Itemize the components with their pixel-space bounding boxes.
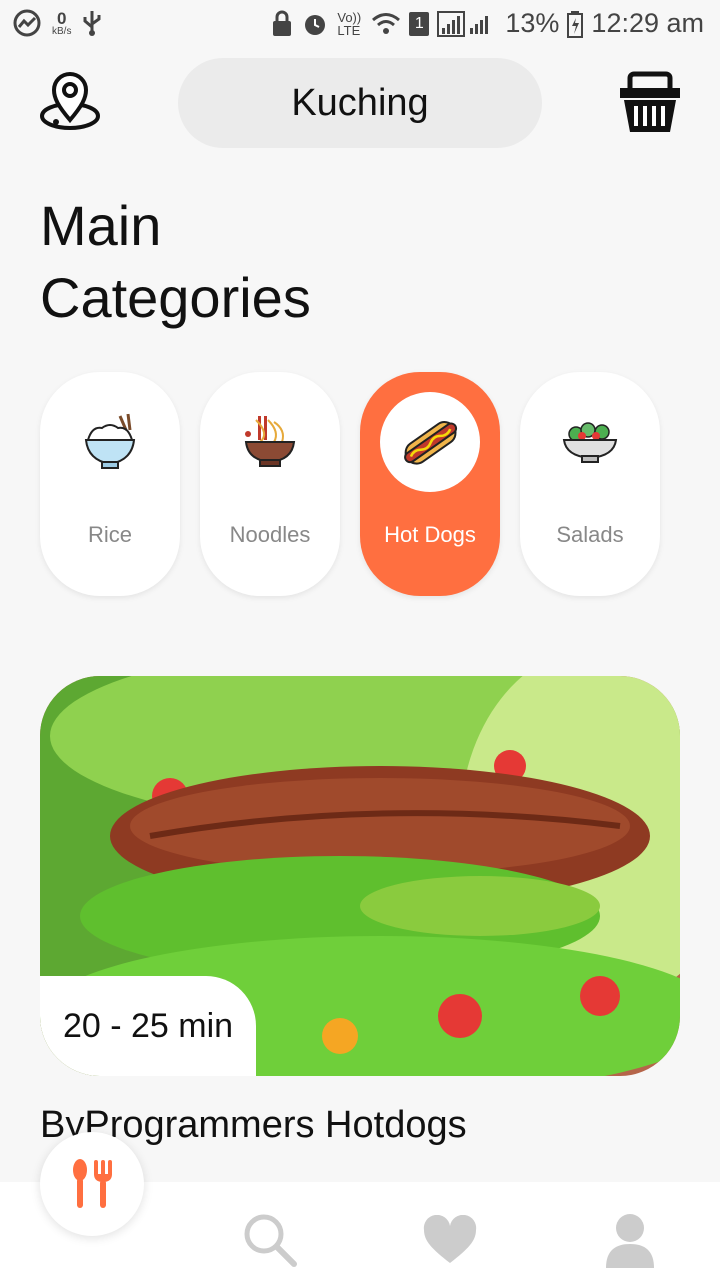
page-title-line2: Categories: [40, 266, 311, 329]
location-button[interactable]: [38, 70, 102, 134]
hotdog-icon: [380, 392, 480, 492]
category-hot-dogs[interactable]: Hot Dogs: [360, 372, 500, 596]
battery-percent: 13%: [505, 8, 560, 38]
salad-icon: [540, 392, 640, 492]
nav-profile[interactable]: [600, 1210, 660, 1270]
delivery-time-badge: 20 - 25 min: [40, 976, 256, 1076]
noodles-icon: [220, 392, 320, 492]
nav-search[interactable]: [240, 1210, 300, 1270]
category-label: Rice: [87, 522, 132, 547]
lock-icon: [273, 10, 292, 36]
usb-icon: [83, 11, 101, 36]
heart-icon: [423, 1215, 477, 1263]
signal-icon: [437, 10, 489, 37]
speed-value: 0: [56, 8, 67, 28]
clock: 12:29 am: [591, 8, 704, 38]
category-label: Noodles: [229, 522, 311, 547]
activity-icon: [13, 9, 41, 37]
restaurant-card-image[interactable]: 20 - 25 min: [40, 676, 680, 1076]
nav-home[interactable]: [40, 1132, 144, 1236]
alarm-icon: [305, 14, 326, 35]
battery-icon: [567, 10, 584, 38]
rice-bowl-icon: [60, 392, 160, 492]
volte-label: Vo)) LTE: [337, 9, 362, 38]
network-speed: 0 kB/s: [52, 10, 71, 37]
category-label: Hot Dogs: [384, 522, 476, 547]
page-title: Main Categories: [40, 190, 311, 334]
basket-icon: [620, 71, 680, 132]
category-list: Rice Noodles Hot Dogs Salads: [40, 372, 680, 596]
speed-unit: kB/s: [52, 25, 72, 37]
user-icon: [606, 1214, 654, 1268]
wifi-icon: [372, 12, 401, 34]
sim-badge: 1: [409, 11, 430, 36]
category-label: Salads: [556, 522, 624, 547]
page-title-line1: Main: [40, 194, 162, 257]
city-selector[interactable]: Kuching: [178, 58, 542, 148]
category-salads[interactable]: Salads: [520, 372, 660, 596]
fork-spoon-icon: [73, 1159, 112, 1208]
map-pin-icon: [40, 72, 100, 130]
search-icon: [244, 1214, 297, 1267]
status-bar: 0 kB/s Vo)) LTE 1 13% 12:29 am: [0, 0, 720, 50]
nav-favourites[interactable]: [420, 1210, 480, 1270]
cart-button[interactable]: [618, 70, 682, 136]
category-rice[interactable]: Rice: [40, 372, 180, 596]
category-noodles[interactable]: Noodles: [200, 372, 340, 596]
